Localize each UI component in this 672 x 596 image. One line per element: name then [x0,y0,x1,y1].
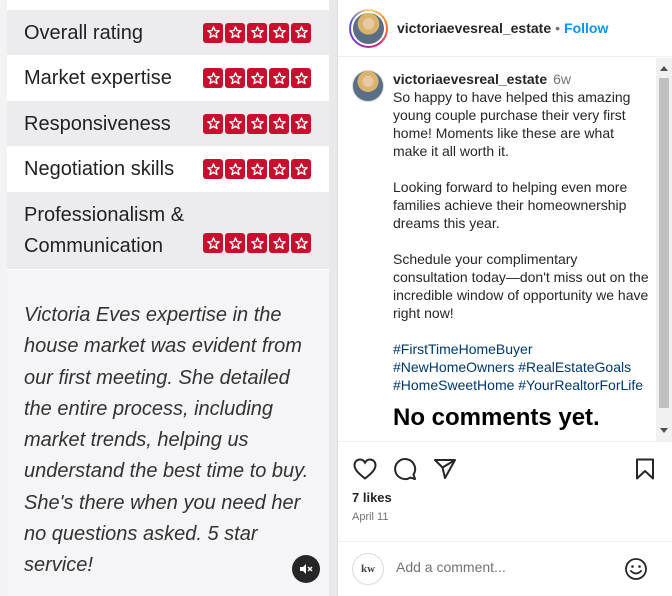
rating-label: Professionalism & Communication [24,200,184,262]
caption-paragraph: Looking forward to helping even more fam… [393,179,628,231]
post-date[interactable]: April 11 [352,511,388,523]
rating-label-line2: Communication [24,235,163,257]
rating-row-overall: Overall rating [7,10,329,55]
rating-row-responsiveness: Responsiveness [7,101,329,146]
scroll-up-arrow-icon[interactable] [660,66,668,71]
star-icon [269,22,289,43]
star-icon [291,68,311,88]
star-icon [269,113,289,134]
review-quote-text: Victoria Eves expertise in the house mar… [24,304,309,577]
rating-label-line1: Professionalism & [24,204,185,226]
add-comment-bar: kw [338,541,672,596]
star-rating [203,68,311,88]
review-media: Overall rating Market expertise Responsi… [0,0,337,596]
no-comments-message: No comments yet. [393,404,600,431]
comment-bubble-icon[interactable] [392,456,418,482]
star-icon [203,159,223,179]
caption-paragraph: Schedule your complimentary consultation… [393,251,649,321]
separator-dot: • [555,20,561,36]
star-icon [225,159,245,179]
review-quote: Victoria Eves expertise in the house mar… [7,270,329,596]
caption-scrollbar[interactable] [656,58,672,441]
star-rating [203,22,311,43]
hashtag-link[interactable]: #FirstTimeHomeBuyer [393,340,651,358]
star-icon [291,159,311,179]
save-bookmark-icon[interactable] [632,456,658,482]
comment-input[interactable] [396,559,616,575]
header-username-link[interactable]: victoriaevesreal_estate [397,20,551,36]
star-icon [203,233,223,253]
caption-username-link[interactable]: victoriaevesreal_estate [393,71,547,87]
hashtag-list: #FirstTimeHomeBuyer #NewHomeOwners #Real… [393,340,651,394]
scroll-down-arrow-icon[interactable] [660,428,668,433]
media-edge [0,0,7,596]
rating-label: Negotiation skills [24,158,175,180]
star-icon [247,22,267,43]
star-icon [269,68,289,88]
post-header: victoriaevesreal_estate • Follow [338,0,672,57]
star-icon [203,22,223,43]
hashtag-link[interactable]: #NewHomeOwners #RealEstateGoals [393,358,651,376]
like-heart-icon[interactable] [352,456,378,482]
rating-row-market-expertise: Market expertise [7,55,329,101]
star-icon [203,68,223,88]
star-rating [203,159,311,179]
star-icon [225,113,245,134]
star-icon [225,68,245,88]
rating-label: Responsiveness [24,112,171,135]
share-paper-plane-icon[interactable] [432,456,458,482]
star-icon [247,113,267,134]
rating-label: Overall rating [24,21,143,44]
caption-timestamp[interactable]: 6w [553,71,571,87]
media-edge-right [329,0,337,596]
star-icon [269,233,289,253]
rating-row-professionalism: Professionalism & Communication [7,192,329,269]
scroll-thumb[interactable] [659,78,669,408]
follow-button[interactable]: Follow [564,20,608,36]
hashtag-link[interactable]: #HomeSweetHome #YourRealtorForLife [393,376,651,394]
commenter-avatar: kw [352,553,384,585]
caption-avatar[interactable] [352,70,384,102]
speaker-muted-icon [300,564,313,574]
story-avatar[interactable] [349,8,388,48]
caption-scroll-area[interactable]: victoriaevesreal_estate 6w So happy to ha… [338,58,672,441]
star-icon [203,113,223,134]
caption-paragraph: So happy to have helped this amazing you… [393,89,631,159]
post-actions: 7 likes April 11 [338,441,672,541]
star-rating [203,113,311,134]
avatar [353,12,384,44]
likes-count[interactable]: 7 likes [352,490,392,505]
star-icon [247,68,267,88]
star-icon [225,22,245,43]
star-icon [247,233,267,253]
star-icon [291,22,311,43]
caption-text: victoriaevesreal_estate 6w So happy to ha… [393,70,651,394]
star-rating [203,233,311,253]
emoji-smiley-icon[interactable] [624,557,648,581]
mute-button[interactable] [292,555,320,583]
ratings-table: Overall rating Market expertise Responsi… [7,10,329,269]
rating-label: Market expertise [24,67,172,89]
star-icon [291,233,311,253]
star-icon [291,113,311,134]
star-icon [269,159,289,179]
star-icon [225,233,245,253]
star-icon [247,159,267,179]
rating-row-negotiation: Negotiation skills [7,146,329,192]
